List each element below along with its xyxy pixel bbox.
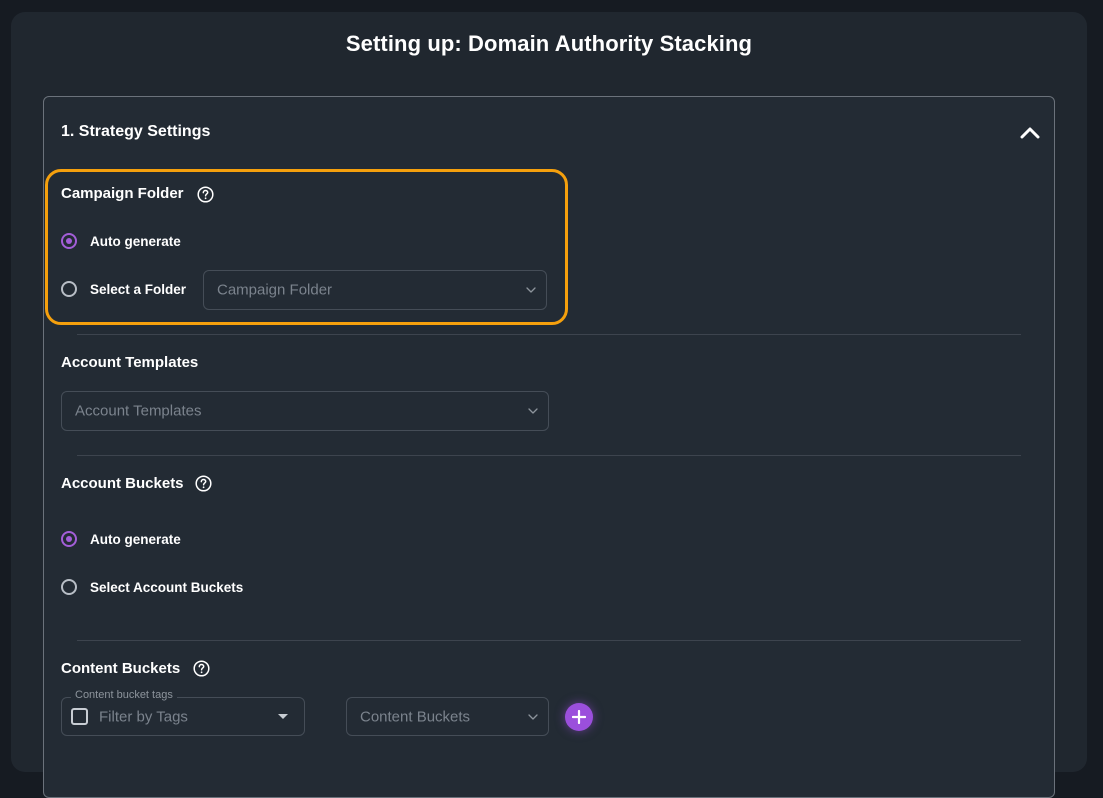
tags-checkbox[interactable]: [71, 708, 88, 725]
chevron-down-icon: [528, 408, 538, 414]
radio-label[interactable]: Auto generate: [90, 532, 181, 547]
campaign-folder-select-radio[interactable]: [61, 281, 77, 297]
plus-icon: [572, 710, 586, 724]
account-buckets-label: Account Buckets: [61, 475, 184, 492]
content-bucket-tags-field[interactable]: Filter by Tags: [61, 697, 305, 736]
tags-legend: Content bucket tags: [71, 689, 177, 701]
select-placeholder: Content Buckets: [360, 708, 471, 725]
account-templates-select[interactable]: Account Templates: [61, 391, 549, 431]
radio-label[interactable]: Select Account Buckets: [90, 580, 243, 595]
select-placeholder: Account Templates: [75, 402, 202, 420]
chevron-down-icon: [528, 713, 538, 720]
caret-down-icon[interactable]: [278, 714, 288, 719]
chevron-down-icon: [526, 287, 536, 293]
campaign-folder-auto-radio[interactable]: [61, 233, 77, 249]
section-title[interactable]: 1. Strategy Settings: [61, 123, 210, 141]
radio-label[interactable]: Select a Folder: [90, 282, 186, 297]
page-title: Setting up: Domain Authority Stacking: [345, 31, 753, 56]
divider: [77, 455, 1021, 456]
content-buckets-label: Content Buckets: [61, 660, 181, 677]
account-buckets-select-radio[interactable]: [61, 579, 77, 595]
campaign-folder-label: Campaign Folder: [61, 185, 184, 202]
divider: [77, 640, 1021, 641]
chevron-up-icon[interactable]: [1019, 124, 1041, 140]
add-content-bucket-button[interactable]: [565, 703, 593, 731]
select-placeholder: Campaign Folder: [217, 281, 333, 299]
divider: [77, 334, 1021, 335]
question-circle-icon[interactable]: [197, 186, 214, 203]
account-buckets-auto-radio[interactable]: [61, 531, 77, 547]
campaign-folder-select[interactable]: Campaign Folder: [203, 270, 547, 310]
question-circle-icon[interactable]: [193, 660, 210, 677]
radio-label[interactable]: Auto generate: [90, 234, 181, 249]
tags-placeholder: Filter by Tags: [99, 708, 188, 725]
question-circle-icon[interactable]: [195, 475, 212, 492]
account-templates-label: Account Templates: [61, 354, 199, 371]
content-buckets-select[interactable]: Content Buckets: [346, 697, 549, 736]
